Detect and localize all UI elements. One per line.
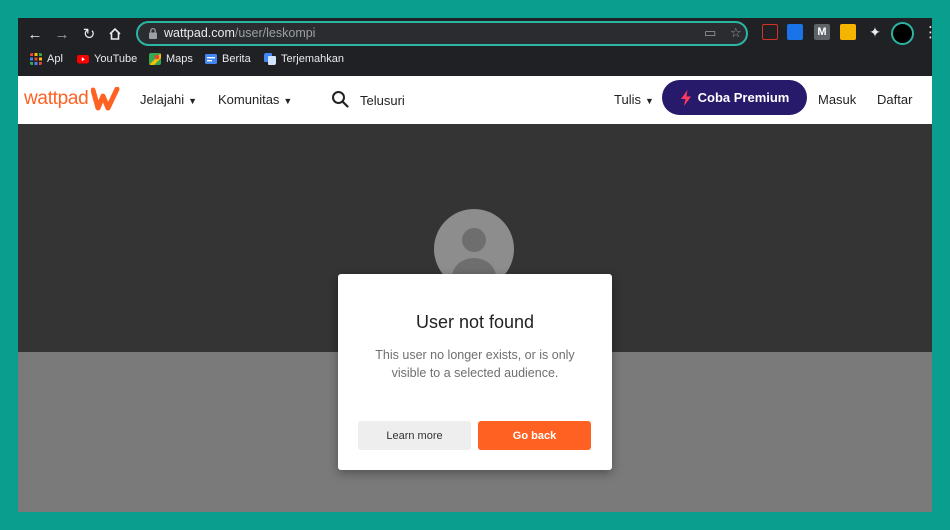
- bookmark-youtube[interactable]: YouTube: [77, 53, 137, 65]
- bookmark-star-icon[interactable]: ☆: [730, 25, 742, 41]
- user-not-found-dialog: User not found This user no longer exist…: [338, 274, 612, 470]
- back-arrow-icon[interactable]: ←: [24, 23, 46, 45]
- bookmark-translate[interactable]: Terjemahkan: [264, 53, 344, 65]
- signup-link[interactable]: Daftar: [877, 92, 912, 107]
- lock-icon: [149, 27, 157, 39]
- forward-arrow-icon[interactable]: →: [51, 23, 73, 45]
- more-menu-icon[interactable]: ⋮: [923, 23, 932, 41]
- browser-toolbar: ← → ↻ wattpad.com/user/leskompi ▭ ☆ M ✦ …: [18, 18, 932, 48]
- caret-down-icon: ▼: [188, 96, 198, 106]
- explore-menu[interactable]: Jelajahi ▼: [140, 92, 197, 107]
- wattpad-w-icon: [91, 87, 120, 111]
- m-extension-icon[interactable]: M: [814, 24, 830, 40]
- site-header: wattpad Jelajahi ▼ Komunitas ▼ Telusuri Tu…: [18, 76, 932, 124]
- learn-more-button[interactable]: Learn more: [358, 421, 471, 450]
- search-input[interactable]: Telusuri: [360, 93, 405, 108]
- profile-page: User not found This user no longer exist…: [18, 124, 932, 512]
- extension-icon[interactable]: [840, 24, 856, 40]
- bookmark-news[interactable]: Berita: [205, 53, 251, 65]
- community-menu[interactable]: Komunitas ▼: [218, 92, 292, 107]
- pdf-extension-icon[interactable]: [762, 24, 778, 40]
- apps-grid-icon: [30, 53, 42, 65]
- browser-window: ← → ↻ wattpad.com/user/leskompi ▭ ☆ M ✦ …: [18, 18, 932, 512]
- dialog-message: This user no longer exists, or is only v…: [375, 348, 575, 380]
- caret-down-icon: ▼: [644, 96, 654, 106]
- cast-icon[interactable]: ▭: [704, 25, 716, 41]
- bookmark-maps[interactable]: Maps: [149, 53, 193, 65]
- wattpad-logo[interactable]: wattpad: [24, 87, 121, 111]
- home-icon[interactable]: [104, 23, 126, 45]
- go-back-button[interactable]: Go back: [478, 421, 591, 450]
- news-icon: [205, 54, 217, 64]
- reload-icon[interactable]: ↻: [78, 23, 100, 45]
- lightning-icon: [680, 89, 691, 106]
- bookmarks-bar: Apl YouTube Maps Berita Terjemahkan: [18, 48, 932, 74]
- url-text: wattpad.com/user/leskompi: [164, 26, 316, 40]
- dialog-title: User not found: [415, 312, 535, 332]
- profile-avatar[interactable]: [891, 22, 914, 45]
- caret-down-icon: ▼: [283, 96, 293, 106]
- search-icon[interactable]: [331, 90, 349, 108]
- extension-icon[interactable]: [787, 24, 803, 40]
- translate-icon: [264, 53, 276, 65]
- write-menu[interactable]: Tulis ▼: [614, 92, 654, 107]
- maps-icon: [149, 53, 161, 65]
- login-link[interactable]: Masuk: [818, 92, 856, 107]
- puzzle-extensions-icon[interactable]: ✦: [867, 24, 883, 40]
- youtube-icon: [77, 55, 89, 64]
- bookmark-apps[interactable]: Apl: [30, 53, 63, 65]
- try-premium-button[interactable]: Coba Premium: [662, 80, 807, 115]
- address-bar[interactable]: wattpad.com/user/leskompi ▭ ☆: [136, 21, 748, 46]
